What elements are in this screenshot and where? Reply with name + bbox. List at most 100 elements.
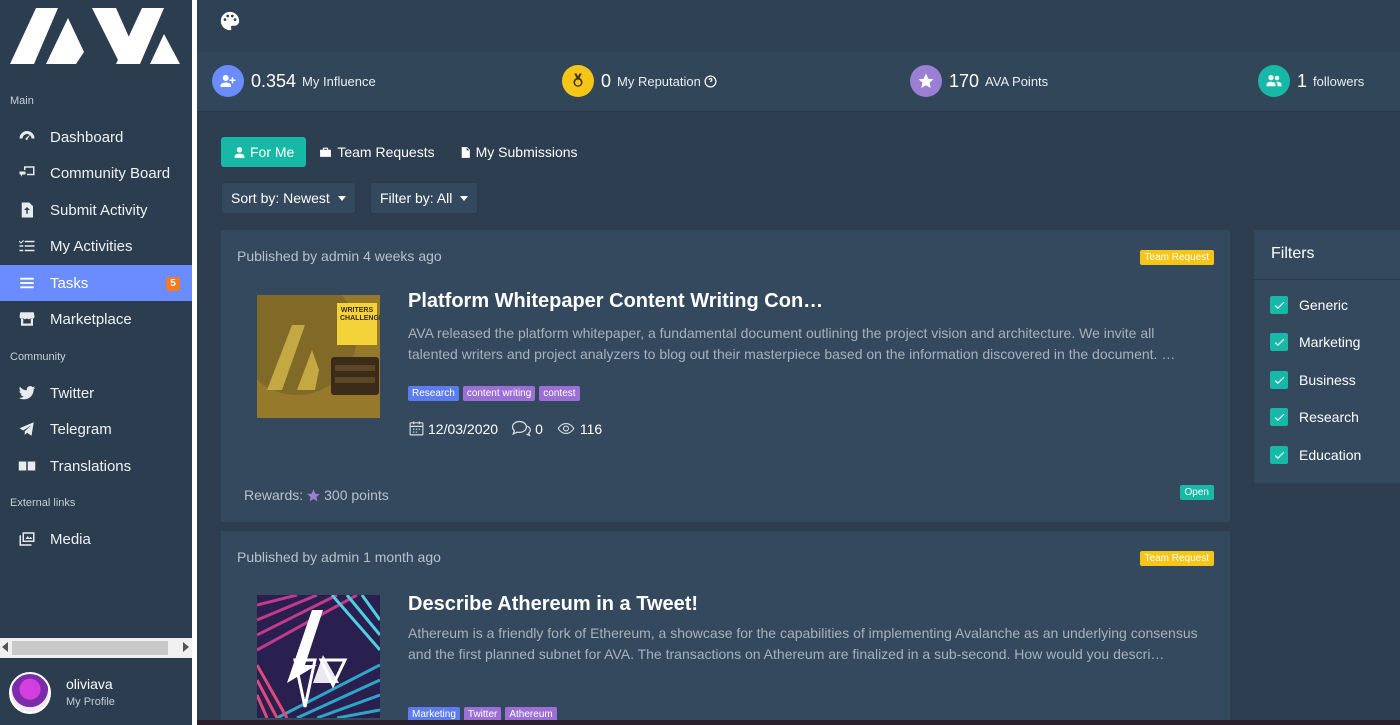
filter-education[interactable]: Education [1270,446,1361,464]
rewards-value: 300 points [324,487,389,503]
user-icon [234,146,245,158]
sidebar-item-my-activities[interactable]: My Activities [0,228,192,264]
sidebar-item-label: Translations [50,457,132,475]
sidebar-item-label: Dashboard [50,128,124,146]
dashboard-icon [0,128,50,146]
calendar-icon [409,421,424,436]
telegram-icon [0,420,50,438]
filter-label: Business [1299,372,1356,388]
sidebar-item-media[interactable]: Media [0,521,192,557]
task-meta: 12/03/2020 0 116 [408,420,614,437]
media-icon [0,530,50,548]
filter-research[interactable]: Research [1270,408,1359,426]
tag-research[interactable]: Research [408,386,459,401]
scrollbar-thumb[interactable] [12,641,168,655]
task-description: AVA released the platform whitepaper, a … [408,325,1176,362]
published-info: Published by admin 4 weeks ago [237,248,442,264]
tag-content-writing[interactable]: content writing [462,386,536,401]
sidebar-item-label: Community Board [50,164,171,182]
group-icon [1258,65,1290,97]
checkbox-checked-icon[interactable] [1270,408,1288,426]
task-image[interactable]: WRITERS CHALLENGE [257,295,380,418]
profile-name[interactable]: oliviava [66,676,113,692]
topbar [197,0,1400,52]
filter-label: Generic [1299,297,1349,313]
bottom-edge [197,720,1400,725]
star-icon [910,65,942,97]
translate-icon [0,457,50,475]
twitter-icon [0,384,50,402]
reputation-value: 0 [601,70,612,91]
comment-count: 0 [535,420,543,437]
filters-panel: Filters Generic Marketing Business Resea… [1254,230,1400,483]
ava-logo[interactable] [8,4,183,66]
section-community: Community [10,351,66,363]
ava-points-value: 170 [949,70,980,91]
section-main: Main [10,95,34,107]
community-board-icon [0,164,50,182]
filter-business[interactable]: Business [1270,371,1356,389]
checklist-icon [0,237,50,255]
tasks-count-badge: 5 [166,277,180,291]
medal-icon [562,65,594,97]
sidebar-horizontal-scrollbar[interactable] [0,638,192,658]
task-image[interactable] [257,595,380,718]
help-circle-icon[interactable] [704,74,717,88]
filter-dropdown[interactable]: Filter by: All [370,182,479,214]
upload-file-icon [0,201,50,219]
task-title[interactable]: Platform Whitepaper Content Writing Con… [408,290,823,313]
task-rewards: Rewards: 300 points [244,487,389,503]
filter-label: Filter by: All [380,190,453,206]
sidebar-item-label: Twitter [50,384,95,402]
scroll-left-arrow-icon[interactable] [2,642,8,652]
stat-ava-points: 170 AVA Points [910,65,1048,97]
sidebar-item-twitter[interactable]: Twitter [0,375,192,411]
sidebar-item-label: Submit Activity [50,201,148,219]
filters-title: Filters [1271,245,1315,262]
store-icon [0,310,50,328]
sidebar-item-telegram[interactable]: Telegram [0,411,192,447]
tab-label: My Submissions [475,144,578,160]
task-title[interactable]: Describe Athereum in a Tweet! [408,593,698,616]
rewards-label: Rewards: [244,487,304,503]
scroll-right-arrow-icon[interactable] [183,642,189,652]
sidebar-item-label: Telegram [50,420,112,438]
tab-my-submissions[interactable]: My Submissions [447,137,590,167]
team-request-badge: Team Request [1139,250,1214,265]
tag-contest[interactable]: contest [539,386,580,401]
task-card[interactable]: Published by admin 1 month ago Team Requ… [221,531,1230,725]
sidebar-item-community-board[interactable]: Community Board [0,155,192,191]
filter-marketing[interactable]: Marketing [1270,333,1360,351]
caret-down-icon [337,195,346,201]
palette-icon[interactable] [219,10,241,32]
team-request-badge: Team Request [1139,551,1214,566]
checkbox-checked-icon[interactable] [1270,296,1288,314]
sidebar-item-label: Media [50,530,91,548]
star-icon [307,488,320,501]
filter-label: Education [1299,447,1362,463]
reputation-label: My Reputation [617,73,701,89]
filter-generic[interactable]: Generic [1270,296,1348,314]
sidebar: Main Dashboard Community Board Submit Ac… [0,0,197,725]
followers-value: 1 [1297,70,1308,91]
tab-for-me[interactable]: For Me [221,137,307,167]
user-profile[interactable]: oliviava My Profile [0,662,192,725]
task-card[interactable]: Published by admin 4 weeks ago Team Requ… [221,230,1230,522]
tab-team-requests[interactable]: Team Requests [306,137,446,167]
profile-link[interactable]: My Profile [66,696,115,708]
add-user-icon [212,65,244,97]
avatar[interactable] [9,672,51,714]
checkbox-checked-icon[interactable] [1270,371,1288,389]
sort-dropdown[interactable]: Sort by: Newest [221,182,356,214]
sidebar-item-marketplace[interactable]: Marketplace [0,301,192,337]
sidebar-item-translations[interactable]: Translations [0,448,192,484]
task-date: 12/03/2020 [428,420,499,437]
sidebar-item-dashboard[interactable]: Dashboard [0,119,192,155]
eye-icon [557,422,575,435]
status-badge: Open [1179,485,1214,500]
sidebar-item-tasks[interactable]: Tasks 5 [0,265,192,301]
checkbox-checked-icon[interactable] [1270,446,1288,464]
sidebar-item-submit-activity[interactable]: Submit Activity [0,192,192,228]
influence-label: My Influence [302,73,376,89]
checkbox-checked-icon[interactable] [1270,333,1288,351]
